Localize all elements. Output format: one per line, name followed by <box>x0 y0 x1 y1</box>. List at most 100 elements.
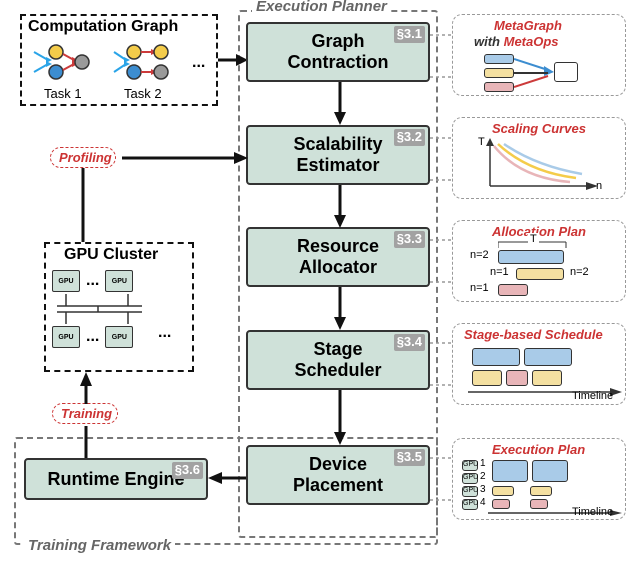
metagraph-title-3: MetaOps <box>504 34 559 49</box>
exec-bar-icon <box>492 460 528 482</box>
exec-bar-icon <box>530 486 552 496</box>
graph-contraction-section: §3.1 <box>394 26 425 43</box>
n2b-label: n=2 <box>570 266 589 278</box>
exec-bar-icon <box>492 499 510 509</box>
arrow-stage4-5 <box>330 390 350 445</box>
metagraph-target-icon <box>554 62 578 82</box>
graph-contraction-stage: Graph Contraction §3.1 <box>246 22 430 82</box>
n2-label: n=2 <box>470 249 489 261</box>
execution-planner-title: Execution Planner <box>252 0 391 15</box>
gpu-chip-icon: GPU <box>52 326 80 348</box>
device4-icon: GPU <box>462 499 478 510</box>
allocation-t-label: T <box>528 233 539 245</box>
dashed-connector <box>430 455 454 461</box>
gpu-cluster-title: GPU Cluster <box>64 246 158 264</box>
gpu-chip-icon: GPU <box>105 326 133 348</box>
graph-contraction-label: Graph Contraction <box>288 31 389 72</box>
arrow-runtime-to-gpu <box>80 372 100 458</box>
metagraph-title-2: with <box>474 34 504 49</box>
alloc-bar-icon <box>498 284 528 296</box>
ellipsis: ... <box>192 54 205 72</box>
dashed-connector <box>430 497 454 503</box>
gpu-ellipsis: ... <box>86 272 99 290</box>
runtime-engine-stage: Runtime Engine §3.6 <box>24 458 208 500</box>
stage-scheduler-stage: Stage Scheduler §3.4 <box>246 330 430 390</box>
device1-icon: GPU <box>462 460 478 471</box>
task1-graph-icon <box>26 40 96 86</box>
metagraph-title-1: MetaGraph <box>494 18 562 33</box>
gpu-ellipsis: ... <box>86 328 99 346</box>
arrow-compgraph-to-graphcontraction <box>218 50 248 70</box>
resource-allocator-stage: Resource Allocator §3.3 <box>246 227 430 287</box>
arrow-stage3-4 <box>330 287 350 330</box>
scalability-estimator-section: §3.2 <box>394 129 425 146</box>
alloc-bar-icon <box>516 268 564 280</box>
task2-label: Task 2 <box>124 86 162 101</box>
n1b-label: n=1 <box>470 282 489 294</box>
resource-allocator-section: §3.3 <box>394 231 425 248</box>
arrow-stage2-3 <box>330 185 350 228</box>
arrow-profiling-to-scalability <box>122 148 248 168</box>
schedule-timeline-label: Timeline <box>572 390 613 402</box>
exec-bar-icon <box>532 460 568 482</box>
device3-label: 3 <box>480 484 486 495</box>
scaling-curves-title: Scaling Curves <box>492 121 586 136</box>
device-placement-stage: Device Placement §3.5 <box>246 445 430 505</box>
dashed-connector <box>430 177 454 183</box>
sched-bar-icon <box>506 370 528 386</box>
device-placement-label: Device Placement <box>293 454 383 495</box>
task1-label: Task 1 <box>44 86 82 101</box>
n1-label: n=1 <box>490 266 509 278</box>
device1-label: 1 <box>480 458 486 469</box>
scalability-estimator-label: Scalability Estimator <box>293 134 382 175</box>
device3-icon: GPU <box>462 486 478 497</box>
execution-timeline-label: Timeline <box>572 506 613 518</box>
dashed-connector <box>430 340 454 346</box>
dashed-connector <box>430 32 454 38</box>
resource-allocator-label: Resource Allocator <box>297 236 379 277</box>
scaling-ylabel: T <box>478 136 485 148</box>
stage-schedule-title: Stage-based Schedule <box>464 327 603 342</box>
scaling-curves-icon <box>480 138 600 194</box>
gpu-chip-icon: GPU <box>52 270 80 292</box>
arrow-device-to-runtime <box>208 468 246 488</box>
scalability-estimator-stage: Scalability Estimator §3.2 <box>246 125 430 185</box>
sched-bar-icon <box>472 348 520 366</box>
dashed-connector <box>430 382 454 388</box>
task2-graph-icon <box>108 40 184 86</box>
exec-bar-icon <box>492 486 514 496</box>
gpu-more-ellipsis: ... <box>158 324 171 342</box>
device2-icon: GPU <box>462 473 478 484</box>
gpu-interconnect-icon <box>52 294 182 324</box>
metaop-icon <box>484 82 514 92</box>
profiling-pill: Profiling <box>50 147 116 168</box>
device2-label: 2 <box>480 471 486 482</box>
dashed-connector <box>430 135 454 141</box>
sched-bar-icon <box>532 370 562 386</box>
runtime-engine-section: §3.6 <box>172 462 203 479</box>
sched-bar-icon <box>472 370 502 386</box>
metagraph-arrows-icon <box>514 54 554 94</box>
execution-plan-title: Execution Plan <box>492 442 585 457</box>
computation-graph-title: Computation Graph <box>28 18 178 36</box>
gpu-row-bottom: GPU ... GPU <box>52 326 133 348</box>
gpu-chip-icon: GPU <box>105 270 133 292</box>
arrow-stage1-2 <box>330 82 350 125</box>
metaop-icon <box>484 68 514 78</box>
stage-scheduler-label: Stage Scheduler <box>294 339 381 380</box>
stage-scheduler-section: §3.4 <box>394 334 425 351</box>
sched-bar-icon <box>524 348 572 366</box>
metaop-icon <box>484 54 514 64</box>
connector-profiling-gpu <box>80 168 86 244</box>
scaling-xlabel: n <box>596 180 602 192</box>
device4-label: 4 <box>480 497 486 508</box>
training-framework-title: Training Framework <box>24 537 175 554</box>
gpu-row-top: GPU ... GPU <box>52 270 133 292</box>
alloc-bar-icon <box>498 250 564 264</box>
metagraph-title: MetaGraph <box>494 18 562 33</box>
dashed-connector <box>430 74 454 80</box>
allocation-plan-title: Allocation Plan <box>492 224 586 239</box>
exec-bar-icon <box>530 499 548 509</box>
runtime-engine-label: Runtime Engine <box>47 469 184 490</box>
dashed-connector <box>430 237 454 243</box>
